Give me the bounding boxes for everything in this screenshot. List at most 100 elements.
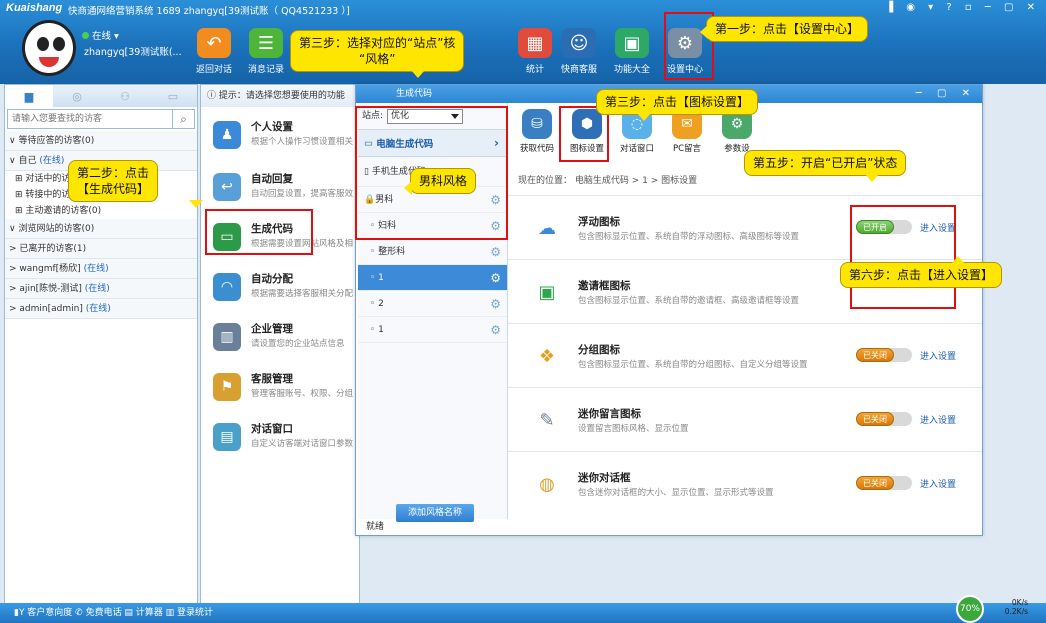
gear-icon[interactable]: ⚙ bbox=[490, 291, 501, 317]
message-icon: ☰ bbox=[249, 28, 283, 58]
highlight-toggle-enter bbox=[850, 205, 956, 309]
features-icon: ▣ bbox=[615, 28, 649, 58]
group-waiting[interactable]: ∨ 等待应答的访客(0) bbox=[5, 131, 197, 151]
row-title: 分组图标 bbox=[578, 344, 620, 356]
tab-contacts[interactable]: ◎ bbox=[53, 85, 101, 107]
group-browsing[interactable]: ∨ 浏览网站的访客(0) bbox=[5, 219, 197, 239]
menu-desc: 根据需要选择客服相关分配 bbox=[251, 289, 354, 299]
enter-settings-link[interactable]: 进入设置 bbox=[920, 477, 956, 490]
menu-auto-reply[interactable]: ↩ 自动回复 自动回复设置，提高客服效 bbox=[213, 171, 359, 211]
app-logo: Kuaishang bbox=[6, 2, 63, 14]
row-desc: 包含图标显示位置、系统自带的浮动图标、高级图标等设置 bbox=[578, 232, 800, 242]
gear-icon[interactable]: ⚙ bbox=[490, 265, 501, 291]
menu-auto-assign[interactable]: ◠ 自动分配 根据需要选择客服相关分配 bbox=[213, 271, 359, 311]
service-icon: ☺ bbox=[562, 28, 596, 58]
add-style-button[interactable]: 添加风格名称 bbox=[396, 504, 474, 522]
style-item[interactable]: ◦ 1 ⚙ bbox=[358, 317, 507, 343]
chevron-right-icon: > bbox=[9, 304, 17, 314]
avatar[interactable] bbox=[22, 20, 76, 76]
avatar-mouth-icon bbox=[39, 57, 59, 67]
icon-row-mini-chat: ◍ 迷你对话框 包含迷你对话框的大小、显示位置、显示形式等设置 已关闭 进入设置 bbox=[508, 451, 982, 515]
enter-settings-link[interactable]: 进入设置 bbox=[920, 413, 956, 426]
list-item[interactable]: ⊞ 主动邀请的访客(0) bbox=[5, 203, 197, 219]
group-agent[interactable]: > admin[admin] (在线) bbox=[5, 299, 197, 319]
visitor-tabs: ▆ ◎ ⚇ ▭ bbox=[5, 85, 197, 107]
menu-desc: 管理客服账号、权限、分组 bbox=[251, 389, 354, 399]
row-desc: 包含图标显示位置、系统自带的邀请框、高级邀请框等设置 bbox=[578, 296, 800, 306]
function-menu: ⓘ 提示：请选择您想要使用的功能 ♟ 个人设置 根据个人操作习惯设置相关 ↩ 自… bbox=[200, 84, 360, 604]
search-icon[interactable]: ⌕ bbox=[172, 110, 194, 128]
search-input[interactable] bbox=[8, 110, 172, 128]
toolbar-label: 统计 bbox=[525, 65, 544, 75]
row-title: 迷你留言图标 bbox=[578, 408, 641, 420]
hint-text: 提示：请选择您想要使用的功能 bbox=[218, 91, 345, 101]
group-label: admin[admin] bbox=[19, 304, 83, 314]
row-desc: 包含迷你对话框的大小、显示位置、显示形式等设置 bbox=[578, 488, 774, 498]
toolbar-back-chat[interactable]: ↶ 返回对话 bbox=[188, 28, 240, 75]
menu-agent-management[interactable]: ⚑ 客服管理 管理客服账号、权限、分组 bbox=[213, 371, 359, 411]
user-name: zhangyq[39测试账(... bbox=[84, 47, 182, 58]
menu-personal-settings[interactable]: ♟ 个人设置 根据个人操作习惯设置相关 bbox=[213, 119, 359, 159]
toolbar-service[interactable]: ☺ 快商客服 bbox=[553, 28, 605, 75]
toolbar-label: 消息记录 bbox=[247, 65, 284, 75]
status-toggle[interactable]: 已关闭 bbox=[856, 412, 912, 426]
history-icon: ▭ bbox=[167, 89, 179, 103]
enter-settings-link[interactable]: 进入设置 bbox=[920, 349, 956, 362]
group-label: 浏览网站的访客(0) bbox=[18, 224, 95, 234]
tab-history[interactable]: ▭ bbox=[149, 85, 197, 107]
style-name: 1 bbox=[378, 273, 384, 283]
icon-row-group: ❖ 分组图标 包含图标显示位置、系统自带的分组图标、自定义分组等设置 已关闭 进… bbox=[508, 323, 982, 387]
row-desc: 包含图标显示位置、系统自带的分组图标、自定义分组等设置 bbox=[578, 360, 808, 370]
status-toggle[interactable]: 已关闭 bbox=[856, 348, 912, 362]
group-agent[interactable]: > wangmf[杨欣] (在线) bbox=[5, 259, 197, 279]
tab-chat[interactable]: ▆ bbox=[5, 85, 53, 107]
tool-label: 对话窗口 bbox=[619, 144, 654, 154]
app-title: 快商通网络营销系统 1689 zhangyq[39测试账（ QQ4521233 … bbox=[68, 6, 350, 17]
status-toggle[interactable]: 已关闭 bbox=[856, 476, 912, 490]
row-desc: 设置留言图标风格、显示位置 bbox=[578, 424, 689, 434]
style-item[interactable]: ◦ 2 ⚙ bbox=[358, 291, 507, 317]
tab-group[interactable]: ⚇ bbox=[101, 85, 149, 107]
cpu-usage-badge: 70% bbox=[956, 595, 984, 623]
group-agent[interactable]: > ajin[陈悦-测试] (在线) bbox=[5, 279, 197, 299]
group-left[interactable]: > 已离开的访客(1) bbox=[5, 239, 197, 259]
bottom-bar[interactable]: ▮Y 客户意向度 ✆ 免费电话 ▤ 计算器 ▥ 登录统计 bbox=[0, 603, 1046, 623]
toolbar-features[interactable]: ▣ 功能大全 bbox=[606, 28, 658, 75]
stats-icon: ▦ bbox=[518, 28, 552, 58]
chat-bubble-icon: ▆ bbox=[24, 89, 34, 103]
toolbar-message-log[interactable]: ☰ 消息记录 bbox=[240, 28, 292, 75]
status-selector[interactable]: 在线 ▾ bbox=[82, 28, 119, 42]
gear-icon[interactable]: ⚙ bbox=[490, 239, 501, 265]
style-name: 2 bbox=[378, 299, 384, 309]
window-controls[interactable]: ▐ ◉ ▾ ? ▫ ─ ▢ ✕ bbox=[885, 2, 1040, 13]
menu-chat-window[interactable]: ▤ 对话窗口 自定义访客端对话窗口参数 bbox=[213, 421, 359, 461]
toolbar-label: 功能大全 bbox=[613, 65, 650, 75]
style-item[interactable]: ◦ 整形科 ⚙ bbox=[358, 239, 507, 265]
mini-chat-icon: ◍ bbox=[539, 473, 555, 495]
toolbar-label: 快商客服 bbox=[560, 65, 597, 75]
tool-get-code[interactable]: ⛁ 获取代码 bbox=[512, 107, 562, 154]
dialog-window-controls[interactable]: ─ ▢ ✕ bbox=[916, 85, 976, 103]
callout-style: 男科风格 bbox=[403, 168, 477, 195]
group-label: wangmf[杨欣] bbox=[19, 264, 81, 274]
group-label: 等待应答的访客(0) bbox=[18, 136, 95, 146]
info-icon: ⓘ bbox=[207, 91, 217, 101]
menu-desc: 自动回复设置，提高客服效 bbox=[251, 189, 354, 199]
avatar-eye-icon bbox=[37, 37, 49, 51]
visitor-search: ⌕ bbox=[7, 109, 195, 129]
callout-step6: 第六步：点击【进入设置】 bbox=[840, 256, 1003, 288]
callout-step3-icon: 第三步：点击【图标设置】 bbox=[596, 89, 759, 121]
database-icon: ⛁ bbox=[522, 109, 552, 139]
tool-label: 获取代码 bbox=[519, 144, 554, 154]
callout-line: 第三步：选择对应的“站点”核 bbox=[299, 36, 456, 50]
status-text: 在线 bbox=[92, 31, 112, 42]
headset-icon: ◠ bbox=[213, 273, 241, 301]
gear-icon[interactable]: ⚙ bbox=[490, 317, 501, 343]
group-label: 自己 bbox=[18, 156, 37, 166]
mini-message-icon: ✎ bbox=[539, 409, 555, 431]
building-icon: ▥ bbox=[213, 323, 241, 351]
style-item-selected[interactable]: ◦ 1 ⚙ bbox=[358, 265, 507, 291]
chevron-down-icon: ∨ bbox=[9, 136, 16, 146]
menu-company[interactable]: ▥ 企业管理 请设置您的企业站点信息 bbox=[213, 321, 359, 361]
row-title: 邀请框图标 bbox=[578, 280, 631, 292]
